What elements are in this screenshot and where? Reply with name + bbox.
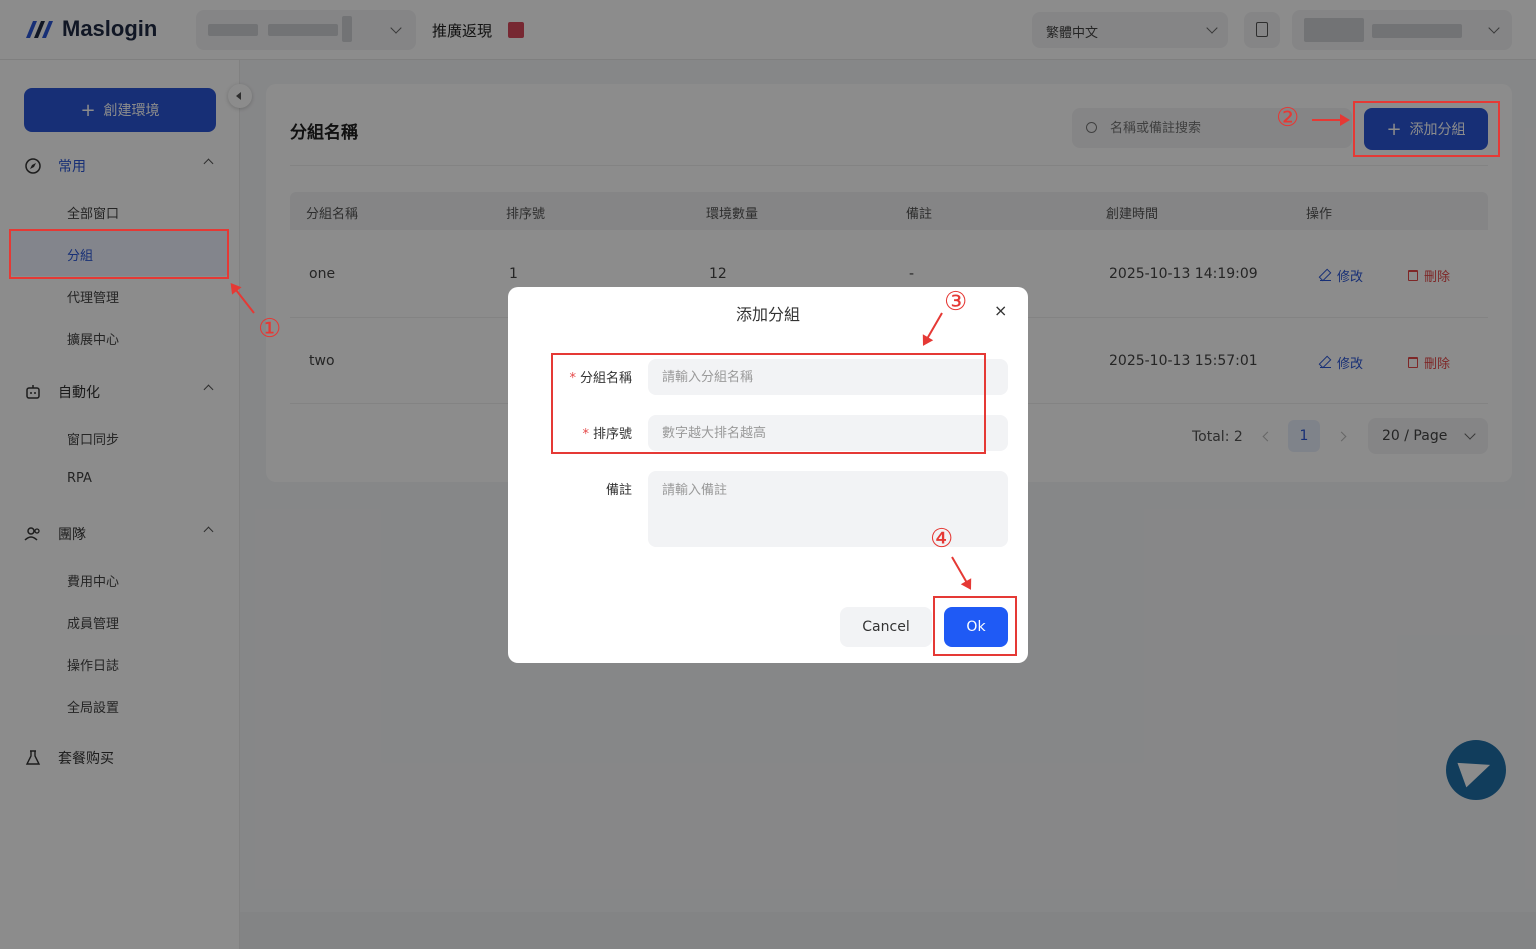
annotation-arrow bbox=[1312, 114, 1350, 126]
annotation-box bbox=[9, 229, 229, 279]
note-textarea[interactable] bbox=[648, 471, 1008, 547]
form-label-text: 備註 bbox=[605, 483, 632, 498]
annotation-number: ④ bbox=[930, 524, 954, 554]
annotation-number: ③ bbox=[944, 287, 968, 317]
annotation-number: ① bbox=[258, 314, 282, 344]
annotation-box bbox=[551, 353, 986, 454]
annotation-box bbox=[933, 596, 1017, 656]
cancel-button[interactable]: Cancel bbox=[840, 607, 932, 647]
close-icon[interactable]: × bbox=[994, 301, 1007, 320]
annotation-box bbox=[1353, 101, 1500, 157]
form-label-note: 備註 bbox=[548, 479, 632, 498]
annotation-number: ② bbox=[1276, 103, 1300, 133]
